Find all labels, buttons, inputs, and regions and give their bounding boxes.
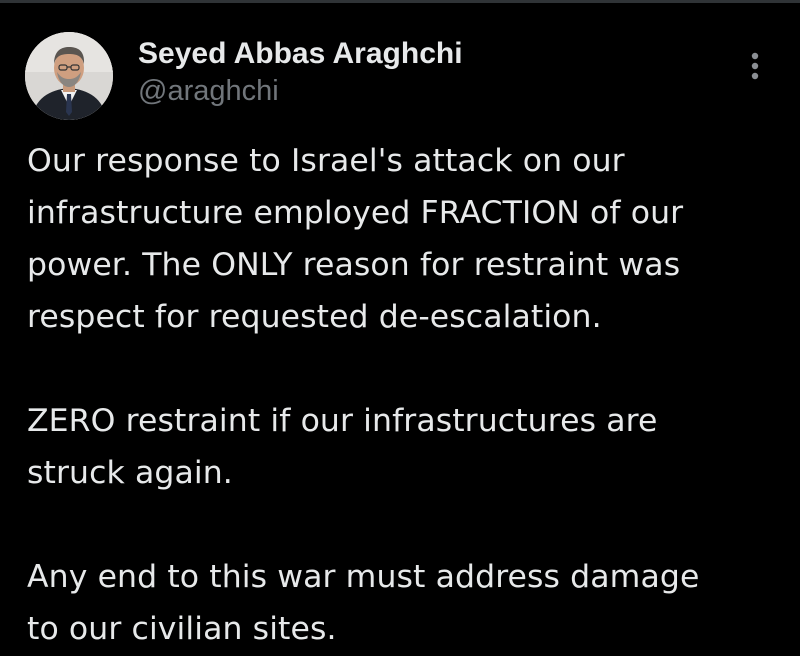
tweet-line: to our civilian sites. — [27, 611, 337, 647]
tweet-line: infrastructure employed FRACTION of our — [27, 195, 684, 231]
more-vertical-icon — [751, 52, 759, 80]
tweet-line: power. The ONLY reason for restraint was — [27, 247, 681, 283]
avatar[interactable] — [25, 32, 113, 120]
tweet-paragraph: Our response to Israel's attack on our i… — [27, 135, 797, 343]
tweet-line: respect for requested de-escalation. — [27, 299, 602, 335]
author-name[interactable]: Seyed Abbas Araghchi — [138, 36, 463, 72]
tweet-line: struck again. — [27, 455, 233, 491]
author-handle[interactable]: @araghchi — [138, 74, 279, 108]
avatar-image — [25, 32, 113, 120]
tweet-paragraph: Any end to this war must address damage … — [27, 551, 797, 655]
tweet-card[interactable]: Seyed Abbas Araghchi @araghchi Our respo… — [0, 0, 800, 656]
tweet-line: ZERO restraint if our infrastructures ar… — [27, 403, 658, 439]
tweet-line: Our response to Israel's attack on our — [27, 143, 625, 179]
more-options-button[interactable] — [740, 48, 770, 84]
tweet-line: Any end to this war must address damage — [27, 559, 700, 595]
tweet-text: Our response to Israel's attack on our i… — [27, 135, 797, 655]
tweet-paragraph: ZERO restraint if our infrastructures ar… — [27, 395, 797, 499]
